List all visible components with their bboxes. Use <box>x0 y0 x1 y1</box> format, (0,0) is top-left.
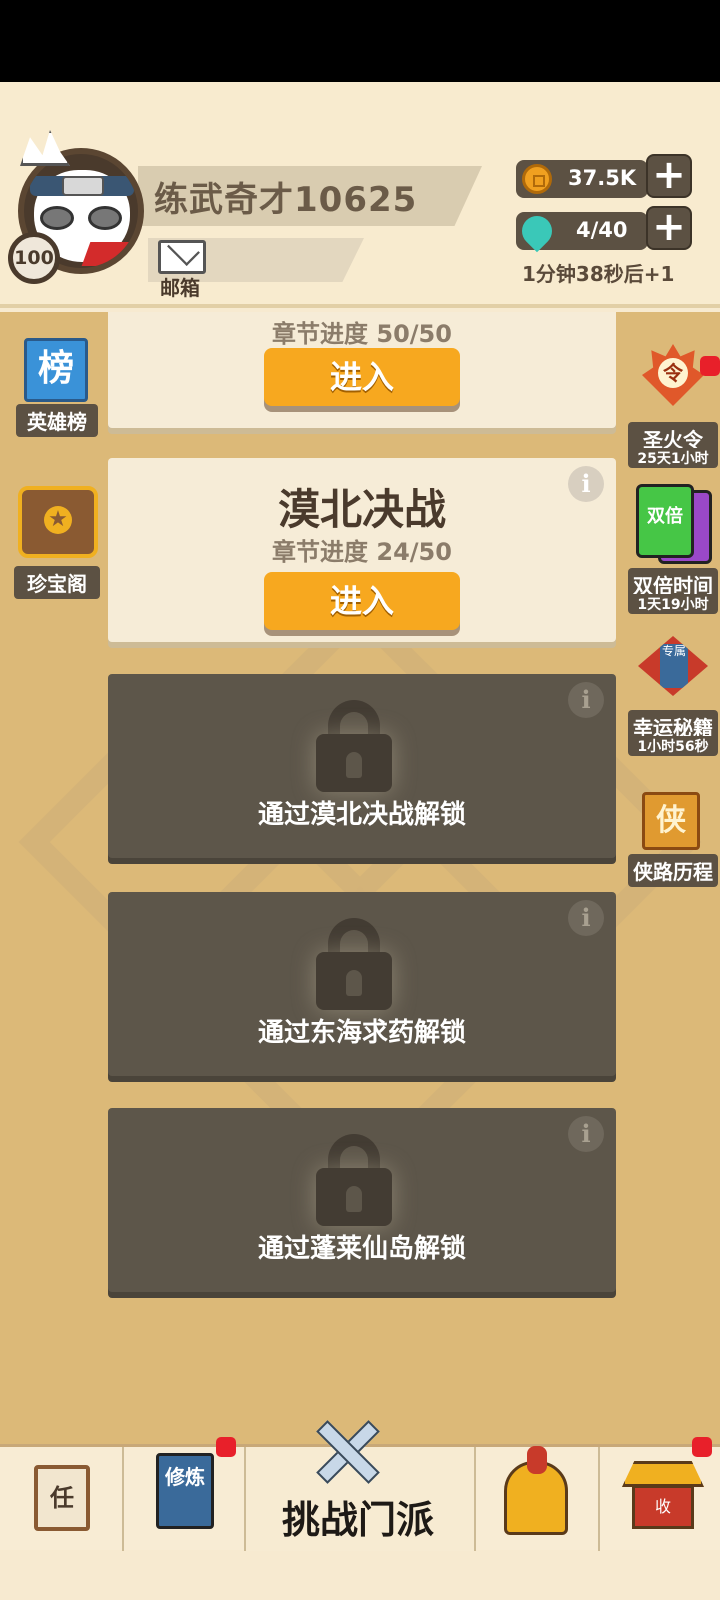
lucky-manual-timer: 1小时56秒 <box>628 736 718 756</box>
double-time-icon: 双倍 <box>636 484 694 558</box>
chapter-area[interactable]: 章节进度 50/50 进入 i 漠北决战 章节进度 24/50 进入 i 通过漠… <box>0 312 720 1448</box>
chapter-progress: 章节进度 50/50 <box>272 320 452 348</box>
bottom-nav: 任 修炼 挑战门派 收 <box>0 1437 720 1551</box>
player-name: 练武奇才10625 <box>154 180 418 220</box>
challenge-label: 挑战门派 <box>282 1498 435 1542</box>
notification-dot <box>700 356 720 376</box>
gate-body: 收 <box>632 1485 694 1529</box>
lock-icon <box>316 918 392 1010</box>
status-bar <box>0 0 720 82</box>
info-icon[interactable]: i <box>568 682 604 718</box>
level-badge: 100 <box>8 232 60 284</box>
lucky-manual-icon-text: 专属 <box>660 644 688 688</box>
nav-training[interactable]: 修炼 <box>124 1437 246 1551</box>
nav-collect[interactable]: 收 <box>600 1437 720 1551</box>
training-book-icon: 修炼 <box>156 1453 214 1529</box>
chapter-title: 漠北决战 <box>277 485 446 534</box>
chapter-card[interactable]: i 漠北决战 章节进度 24/50 进入 <box>108 458 616 642</box>
coin-icon <box>522 164 552 194</box>
energy-gem-icon <box>515 209 559 253</box>
lucky-manual-button[interactable]: 专属 幸运秘籍 1小时56秒 <box>628 632 718 758</box>
avatar-headband-plate <box>62 176 104 196</box>
chapter-card[interactable]: 章节进度 50/50 进入 <box>108 312 616 428</box>
unlock-condition: 通过蓬莱仙岛解锁 <box>257 1234 466 1264</box>
enter-button[interactable]: 进入 <box>264 348 460 406</box>
double-time-timer: 1天19小时 <box>628 594 718 614</box>
sacred-fire-timer: 25天1小时 <box>628 448 718 468</box>
energy-value: 4/40 <box>576 218 628 242</box>
coin-counter: 37.5K <box>516 160 648 198</box>
notification-dot <box>216 1437 236 1457</box>
locked-chapter-card[interactable]: i 通过蓬莱仙岛解锁 <box>108 1108 616 1292</box>
hero-journey-label: 侠路历程 <box>628 854 718 887</box>
add-energy-button[interactable]: + <box>646 206 692 250</box>
gate-icon: 收 <box>622 1461 704 1529</box>
treasure-pavilion-button[interactable]: 珍宝阁 <box>14 484 104 599</box>
sacred-fire-icon-text: 令 <box>658 358 688 388</box>
coin-value: 37.5K <box>568 166 637 190</box>
helmet-icon <box>504 1446 568 1535</box>
mail-label[interactable]: 邮箱 <box>160 272 200 301</box>
enter-button[interactable]: 进入 <box>264 572 460 630</box>
lock-icon <box>316 1134 392 1226</box>
lock-icon <box>316 700 392 792</box>
avatar-eye-right <box>88 206 122 230</box>
hero-journey-button[interactable]: 侠 侠路历程 <box>628 780 718 887</box>
info-icon[interactable]: i <box>568 1116 604 1152</box>
add-coins-button[interactable]: + <box>646 154 692 198</box>
sacred-fire-button[interactable]: 令 圣火令 25天1小时 <box>628 344 720 470</box>
task-scroll-icon: 任 <box>34 1465 90 1531</box>
energy-timer: 1分钟38秒后+1 <box>522 262 675 286</box>
double-time-button[interactable]: 双倍 双倍时间 1天19小时 <box>628 484 718 614</box>
hero-ranking-button[interactable]: 榜 英雄榜 <box>16 338 106 438</box>
nav-challenge[interactable]: 挑战门派 <box>246 1447 476 1551</box>
crossed-swords-icon <box>310 1415 380 1479</box>
nav-equipment[interactable] <box>476 1446 600 1551</box>
locked-chapter-card[interactable]: i 通过东海求药解锁 <box>108 892 616 1076</box>
hero-ranking-label: 英雄榜 <box>16 404 98 437</box>
treasure-chest-icon <box>18 486 98 558</box>
locked-chapter-card[interactable]: i 通过漠北决战解锁 <box>108 674 616 858</box>
treasure-pavilion-label: 珍宝阁 <box>14 566 100 599</box>
unlock-condition: 通过东海求药解锁 <box>257 1018 466 1048</box>
lucky-manual-icon: 专属 <box>638 636 708 696</box>
avatar-eye-left <box>40 206 74 230</box>
hero-journey-icon: 侠 <box>642 792 700 850</box>
mail-icon[interactable] <box>158 240 206 274</box>
ranking-icon: 榜 <box>24 338 88 402</box>
energy-counter: 4/40 <box>515 209 648 253</box>
notification-dot <box>692 1437 712 1457</box>
nav-tasks[interactable]: 任 <box>0 1447 124 1551</box>
unlock-condition: 通过漠北决战解锁 <box>257 800 466 830</box>
info-icon[interactable]: i <box>568 900 604 936</box>
chapter-progress: 章节进度 24/50 <box>272 538 452 566</box>
gate-roof <box>622 1461 704 1487</box>
sacred-fire-icon: 令 <box>642 344 704 406</box>
